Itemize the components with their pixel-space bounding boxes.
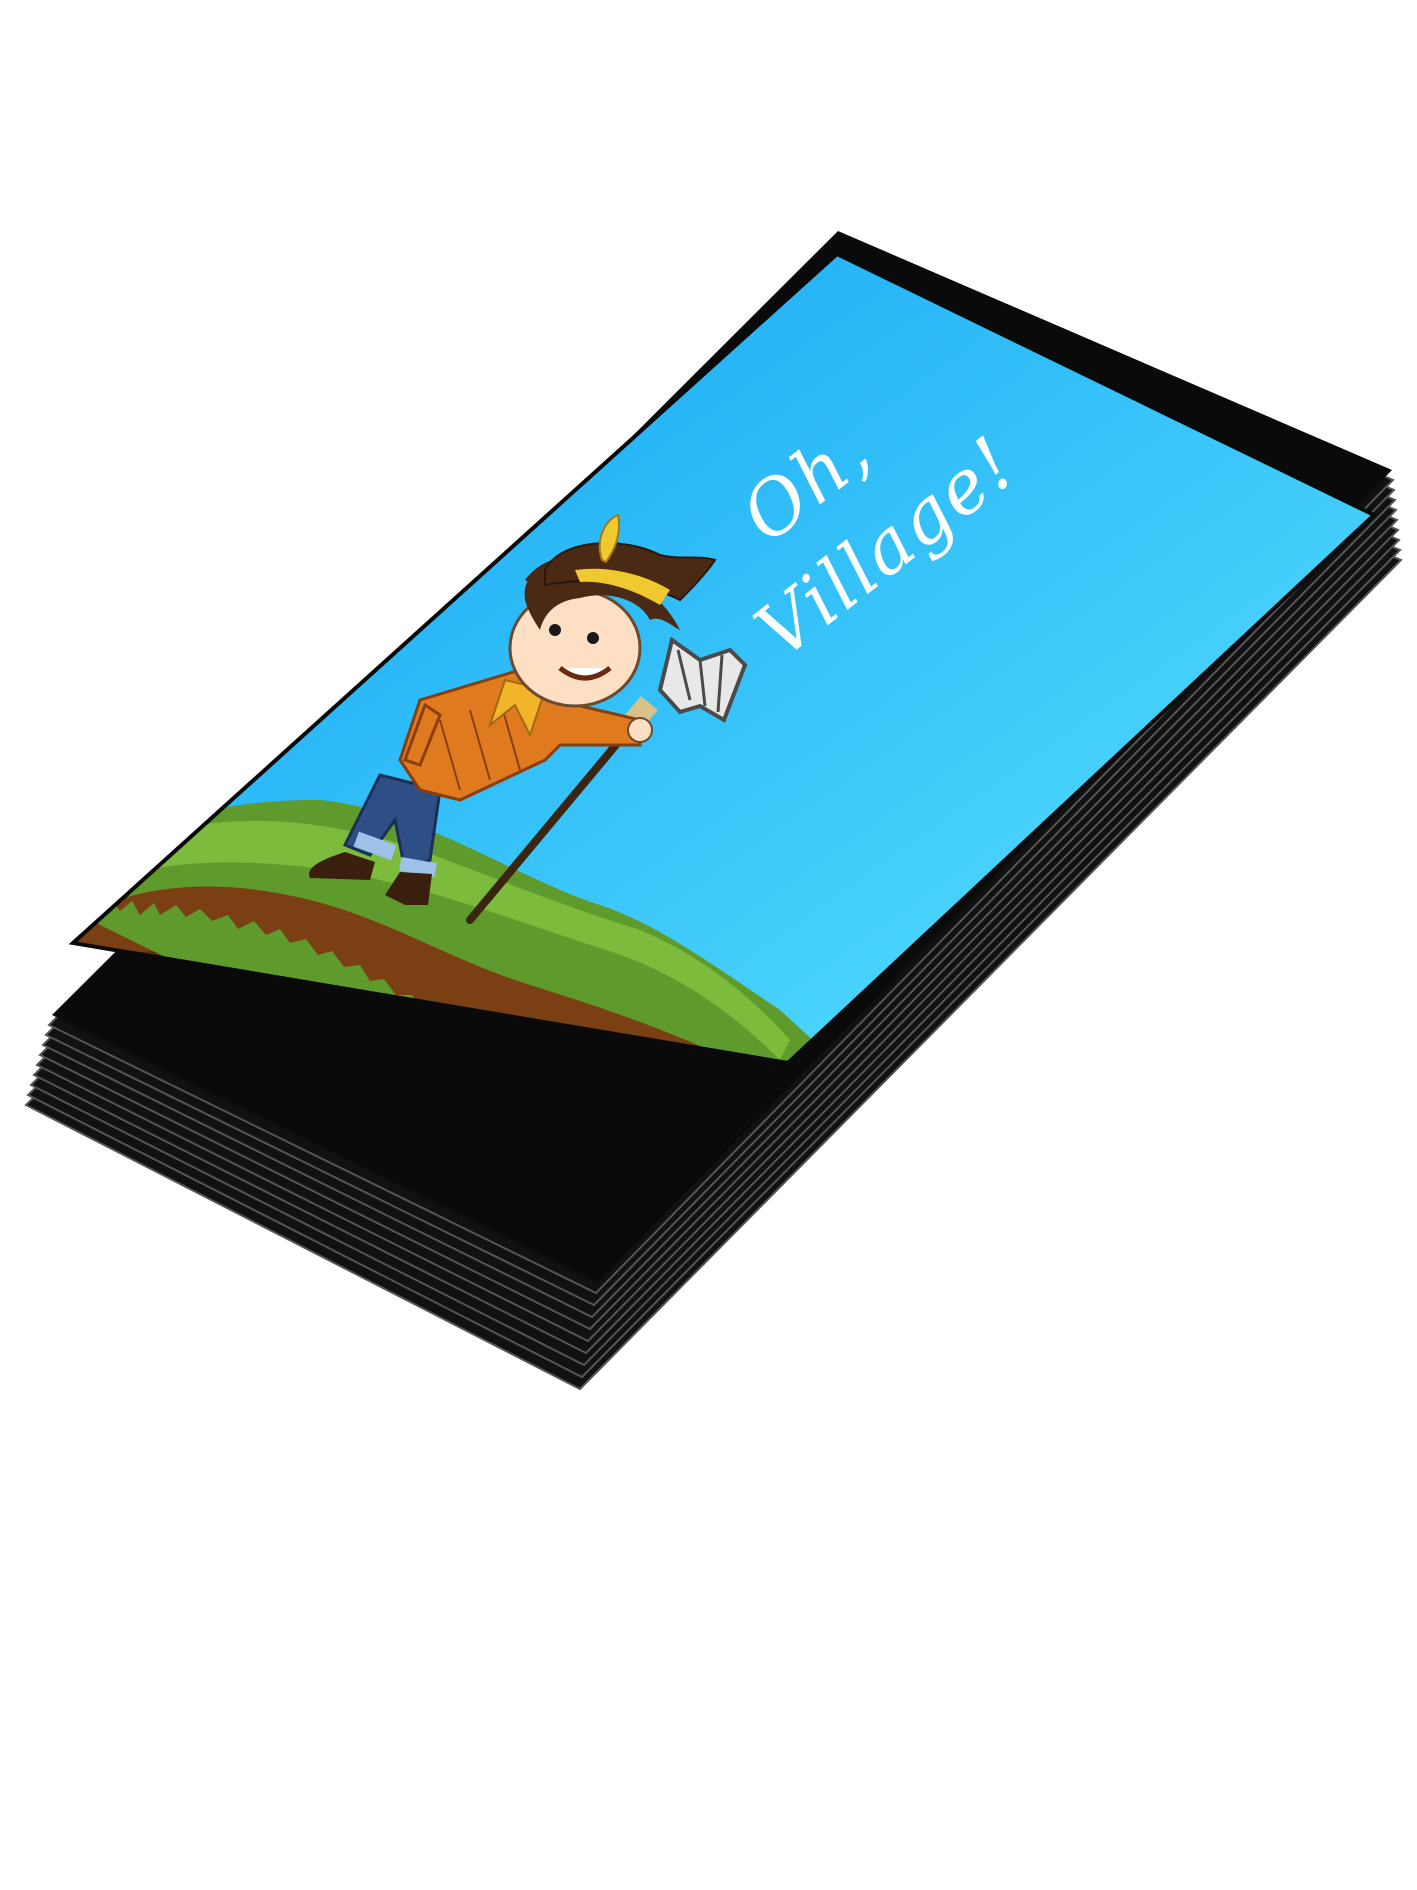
card-stack-scene: Oh, Village! [24,231,1403,1391]
